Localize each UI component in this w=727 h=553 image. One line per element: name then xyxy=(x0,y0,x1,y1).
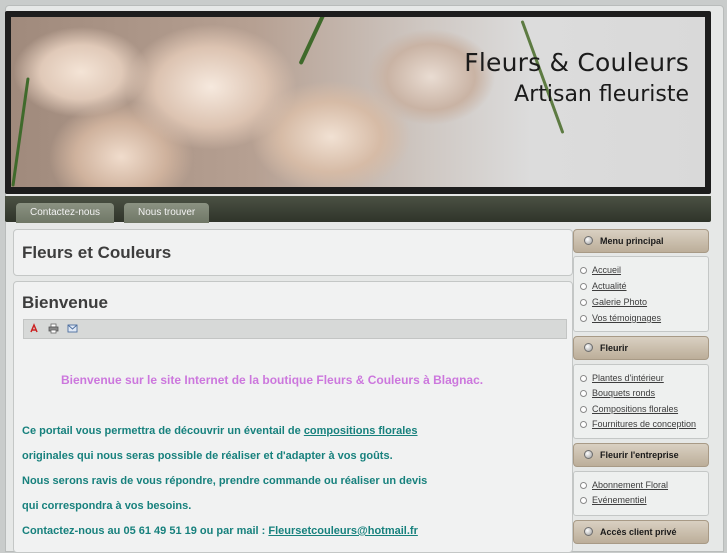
module-header-fleurir-entreprise: Fleurir l'entreprise xyxy=(573,443,709,467)
article-title: Bienvenue xyxy=(22,293,108,312)
email-link[interactable]: Fleursetcouleurs@hotmail.fr xyxy=(268,525,417,537)
tab-nous-trouver[interactable]: Nous trouver xyxy=(124,203,210,223)
sidebar-item-plantes[interactable]: Plantes d'intérieur xyxy=(580,373,664,383)
sidebar-item-accueil[interactable]: Accueil xyxy=(580,265,621,275)
paragraph-line-4: qui correspondra à vos besoins. xyxy=(22,500,192,512)
sidebar-item-temoignages[interactable]: Vos témoignages xyxy=(580,313,661,323)
tab-contactez-nous[interactable]: Contactez-nous xyxy=(16,203,115,223)
module-title: Fleurir l'entreprise xyxy=(600,450,679,460)
email-icon[interactable] xyxy=(67,323,78,334)
module-header-fleurir: Fleurir xyxy=(573,336,709,360)
module-header-acces-client: Accès client privé xyxy=(573,520,709,544)
site-title: Fleurs et Couleurs xyxy=(22,243,172,262)
sidebar-item-fournitures[interactable]: Fournitures de conception xyxy=(580,419,696,429)
line1-text: Ce portail vous permettra de découvrir u… xyxy=(22,425,304,437)
article-box: Bienvenue Bienvenue sur le site Internet… xyxy=(13,281,573,553)
sidebar-item-galerie-photo[interactable]: Galerie Photo xyxy=(580,297,647,307)
paragraph-line-5: Contactez-nous au 05 61 49 51 19 ou par … xyxy=(22,525,418,537)
module-body-menu-principal: Accueil Actualité Galerie Photo Vos témo… xyxy=(573,256,709,332)
sidebar-item-evenementiel[interactable]: Evénementiel xyxy=(580,495,647,505)
sidebar-item-actualite[interactable]: Actualité xyxy=(580,281,627,291)
line5-text: Contactez-nous au 05 61 49 51 19 ou par … xyxy=(22,525,269,537)
pdf-icon[interactable] xyxy=(29,323,40,334)
top-nav: Contactez-nous Nous trouver xyxy=(5,196,711,223)
welcome-message: Bienvenue sur le site Internet de la bou… xyxy=(61,373,484,387)
bullet-icon xyxy=(584,236,593,245)
article-toolbar xyxy=(23,319,567,339)
sidebar-item-abonnement[interactable]: Abonnement Floral xyxy=(580,480,668,490)
module-title: Fleurir xyxy=(600,343,629,353)
print-icon[interactable] xyxy=(48,323,59,334)
site-logo-subtitle: Artisan fleuriste xyxy=(514,82,689,107)
bullet-icon xyxy=(584,450,593,459)
site-title-box: Fleurs et Couleurs xyxy=(13,229,573,276)
bullet-icon xyxy=(584,343,593,352)
paragraph-line-3: Nous serons ravis de vous répondre, pren… xyxy=(22,475,428,487)
bullet-icon xyxy=(584,527,593,536)
header-banner: Fleurs & Couleurs Artisan fleuriste xyxy=(5,11,711,194)
paragraph-line-2: originales qui nous seras possible de ré… xyxy=(22,450,393,462)
paragraph-line-1: Ce portail vous permettra de découvrir u… xyxy=(22,425,418,437)
module-body-fleurir: Plantes d'intérieur Bouquets ronds Compo… xyxy=(573,364,709,439)
compositions-florales-link[interactable]: compositions florales xyxy=(304,425,418,437)
banner-rose-image: Fleurs & Couleurs Artisan fleuriste xyxy=(11,17,705,187)
sidebar-item-bouquets[interactable]: Bouquets ronds xyxy=(580,388,655,398)
sidebar-item-compositions[interactable]: Compositions florales xyxy=(580,404,678,414)
site-logo-title: Fleurs & Couleurs xyxy=(464,48,689,77)
module-title: Menu principal xyxy=(600,236,664,246)
module-title: Accès client privé xyxy=(600,527,677,537)
module-header-menu-principal: Menu principal xyxy=(573,229,709,253)
module-body-fleurir-entreprise: Abonnement Floral Evénementiel xyxy=(573,471,709,516)
